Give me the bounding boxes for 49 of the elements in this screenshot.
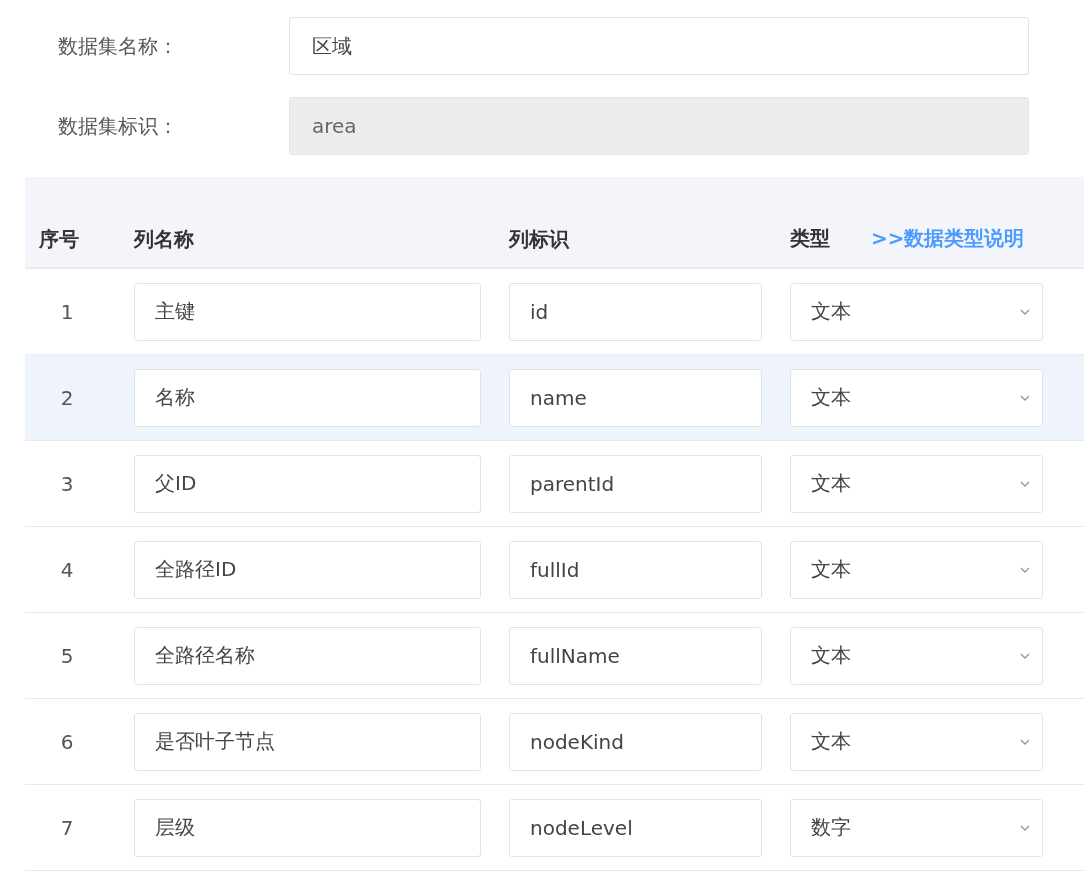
column-name-field[interactable]: 名称 <box>134 368 481 427</box>
type-dropdown[interactable]: 文本 <box>790 368 1043 427</box>
type-dropdown[interactable]: 数字 <box>790 798 1043 857</box>
caret-icon <box>1020 652 1030 659</box>
caret-icon <box>1020 566 1030 573</box>
column-key-field[interactable]: nodeKind <box>509 712 762 771</box>
row-number: 5 <box>59 643 75 668</box>
type-dropdown[interactable]: 文本 <box>790 626 1043 685</box>
row-number: 1 <box>59 299 75 324</box>
field-label: 数据集名称： <box>57 32 179 60</box>
caret-icon <box>1020 824 1030 831</box>
type-dropdown[interactable]: 文本 <box>790 712 1043 771</box>
column-name-field[interactable]: 父ID <box>134 454 481 513</box>
column-header: 列标识 <box>507 226 570 253</box>
column-name-field[interactable]: 全路径ID <box>134 540 481 599</box>
row-number: 7 <box>59 815 75 840</box>
row-number: 2 <box>59 385 75 410</box>
text-field[interactable]: 区域 <box>289 17 1029 75</box>
column-header: 序号 <box>38 226 80 253</box>
field-label: 数据集标识： <box>57 112 179 140</box>
table-row[interactable]: 6 是否叶子节点 nodeKind 文本 <box>25 699 1084 785</box>
type-dropdown[interactable]: 文本 <box>790 540 1043 599</box>
caret-icon <box>1020 738 1030 745</box>
table-row[interactable]: 1 主键 id 文本 <box>25 269 1084 355</box>
column-key-field[interactable]: id <box>509 282 762 341</box>
caret-icon <box>1020 394 1030 401</box>
row-number: 4 <box>59 557 75 582</box>
column-key-field[interactable]: fullId <box>509 540 762 599</box>
column-header: 列名称 <box>132 226 195 253</box>
column-key-field[interactable]: parentId <box>509 454 762 513</box>
column-name-field[interactable]: 主键 <box>134 282 481 341</box>
table-row[interactable]: 7 层级 nodeLevel 数字 <box>25 785 1084 871</box>
table-row[interactable]: 5 全路径名称 fullName 文本 <box>25 613 1084 699</box>
table-row[interactable]: 2 名称 name 文本 <box>25 355 1084 441</box>
column-name-field[interactable]: 是否叶子节点 <box>134 712 481 771</box>
table-row[interactable]: 4 全路径ID fullId 文本 <box>25 527 1084 613</box>
caret-icon <box>1020 308 1030 315</box>
column-header: 类型 <box>790 226 830 250</box>
column-name-field[interactable]: 全路径名称 <box>134 626 481 685</box>
row-number: 3 <box>59 471 75 496</box>
row-number: 6 <box>59 729 75 754</box>
column-key-field[interactable]: nodeLevel <box>509 798 762 857</box>
column-key-field[interactable]: fullName <box>509 626 762 685</box>
type-dropdown[interactable]: 文本 <box>790 282 1043 341</box>
table-row[interactable]: 3 父ID parentId 文本 <box>25 441 1084 527</box>
column-name-field[interactable]: 层级 <box>134 798 481 857</box>
caret-icon <box>1020 480 1030 487</box>
column-key-field[interactable]: name <box>509 368 762 427</box>
type-dropdown[interactable]: 文本 <box>790 454 1043 513</box>
